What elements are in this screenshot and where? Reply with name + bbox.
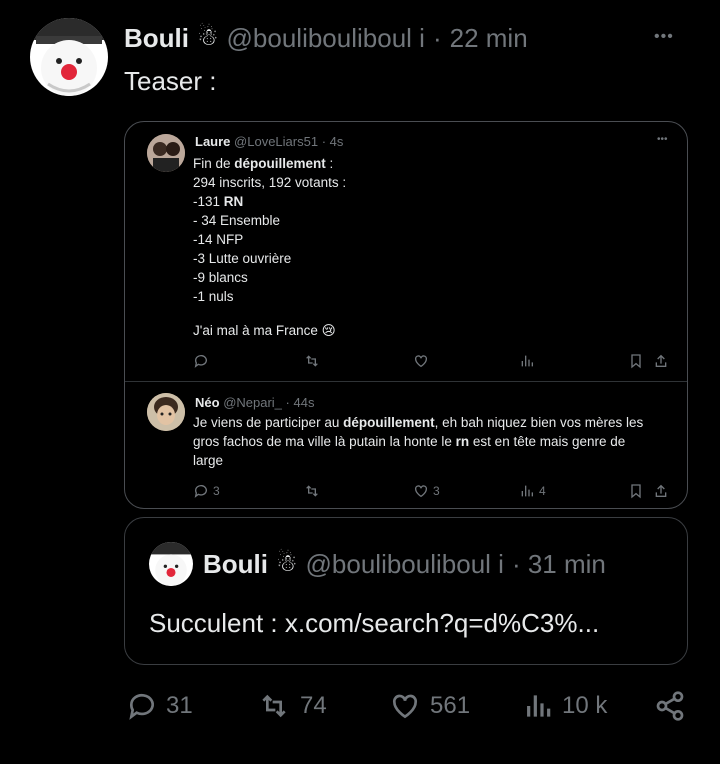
bookmark-icon: [629, 353, 643, 369]
tweet2-time: · 44s: [285, 395, 315, 410]
text-run: Fin de: [193, 156, 235, 171]
quoted-tweet-card[interactable]: Bouli ☃ @boulibouliboul i · 31 min Succu…: [124, 517, 688, 665]
author-handle[interactable]: @boulibouliboul i: [227, 22, 425, 54]
text-run: est en tête mais genre de: [469, 434, 626, 449]
tweet1-time: · 4s: [321, 134, 344, 149]
tweet1-more-icon: •••: [657, 134, 668, 145]
views-icon: [527, 695, 551, 717]
text-run: large: [193, 453, 224, 468]
tweet1-line: -3 Lutte ouvrière: [193, 249, 663, 268]
tweet2-actions: 3 3 4: [193, 481, 677, 501]
tweet1-line: -131 RN: [193, 192, 663, 211]
text-run: -14 NFP: [193, 232, 244, 247]
repost-button[interactable]: 74: [256, 690, 327, 722]
tweet1-actions: [193, 351, 677, 371]
tweet2-views: 4: [519, 483, 546, 499]
more-options-icon[interactable]: •••: [654, 28, 674, 46]
like-count: 561: [430, 692, 471, 719]
share-icon: [656, 691, 684, 721]
tweet-header: Bouli ☃ @boulibouliboul i · 22 min: [124, 22, 528, 54]
like-icon: [415, 485, 427, 498]
like-button[interactable]: 561: [388, 690, 470, 722]
views-icon: [519, 353, 535, 369]
laure-avatar: [147, 134, 185, 172]
text-run: 294 inscrits, 192 votants :: [193, 175, 347, 190]
repost-count: 74: [300, 692, 327, 719]
text-run: gros fachos de ma ville là putain la hon…: [193, 434, 456, 449]
tweet1-line: - 34 Ensemble: [193, 211, 663, 230]
snowman-emoji-icon: ☃: [276, 550, 298, 577]
tweet1-line: -1 nuls: [193, 287, 663, 306]
text-run-bold: dépouillement: [343, 415, 435, 430]
views-button[interactable]: 10 k: [522, 690, 607, 722]
repost-icon: [303, 483, 321, 499]
reply-icon: [194, 485, 207, 498]
text-run: - 34 Ensemble: [193, 213, 281, 228]
tweet1-line: Fin de dépouillement :: [193, 154, 663, 173]
views-icon: [521, 485, 533, 497]
quote-author-name: Bouli: [203, 549, 268, 579]
text-run: -1 nuls: [193, 289, 234, 304]
tweet1-body: Fin de dépouillement : 294 inscrits, 192 …: [193, 154, 663, 306]
quote-header: Bouli ☃ @boulibouliboul i · 31 min: [203, 548, 606, 580]
like-count: 3: [433, 484, 440, 498]
reply-button[interactable]: 31: [126, 690, 193, 722]
tweet-image[interactable]: Laure @LoveLiars51 · 4s ••• Fin de dépou…: [124, 121, 688, 509]
tweet2-body: Je viens de participer au dépouillement,…: [193, 413, 673, 470]
divider: [125, 381, 687, 382]
text-run-bold: RN: [223, 194, 244, 209]
text-run: -131: [193, 194, 224, 209]
bookmark-icon: [629, 483, 643, 499]
quote-time: · 31 min: [511, 549, 606, 579]
tweet1-line: -14 NFP: [193, 230, 663, 249]
text-run-bold: dépouillement: [234, 156, 326, 171]
tweet2-reply: 3: [193, 483, 220, 499]
views-count: 10 k: [562, 692, 608, 719]
snowman-emoji-icon: ☃: [197, 24, 219, 51]
tweet2-handle: @Nepari_: [223, 395, 282, 410]
tweet-time[interactable]: 22 min: [450, 22, 528, 54]
text-run: -3 Lutte ouvrière: [193, 251, 292, 266]
author-avatar[interactable]: [30, 18, 108, 96]
quote-avatar: [149, 542, 193, 586]
repost-icon: [262, 694, 286, 718]
like-icon: [413, 353, 429, 369]
separator-dot: ·: [432, 23, 442, 53]
like-icon: [392, 694, 418, 719]
neo-avatar: [147, 393, 185, 431]
views-count: 4: [539, 484, 546, 498]
tweet1-last-line: J'ai mal à ma France 😢: [193, 323, 336, 338]
share-icon: [653, 353, 669, 369]
tweet1-line: 294 inscrits, 192 votants :: [193, 173, 663, 192]
text-run-bold: rn: [455, 434, 470, 449]
quote-text: Succulent : x.com/search?q=d%C3%...: [149, 608, 600, 638]
tweet2-like: 3: [413, 483, 440, 499]
author-name[interactable]: Bouli: [124, 22, 189, 54]
text-run: Je viens de participer au: [193, 415, 344, 430]
text-run: -9 blancs: [193, 270, 248, 285]
reply-icon: [129, 693, 154, 720]
share-button[interactable]: [654, 690, 686, 727]
tweet1-handle: @LoveLiars51: [234, 134, 319, 149]
tweet1-line: -9 blancs: [193, 268, 663, 287]
reply-icon: [193, 353, 209, 369]
tweet1-name: Laure: [195, 134, 231, 149]
tweet-text: Teaser :: [124, 66, 217, 96]
text-run: :: [325, 156, 334, 171]
tweet2-name: Néo: [195, 395, 220, 410]
tweet2-header: Néo @Nepari_ · 44s: [195, 395, 314, 410]
text-run: , eh bah niquez bien vos mères les: [434, 415, 644, 430]
reply-count: 3: [213, 484, 220, 498]
tweet1-header: Laure @LoveLiars51 · 4s: [195, 134, 343, 149]
quote-author-handle: @boulibouliboul i: [305, 549, 504, 579]
repost-icon: [303, 353, 321, 369]
reply-count: 31: [166, 692, 193, 719]
share-icon: [653, 483, 669, 499]
